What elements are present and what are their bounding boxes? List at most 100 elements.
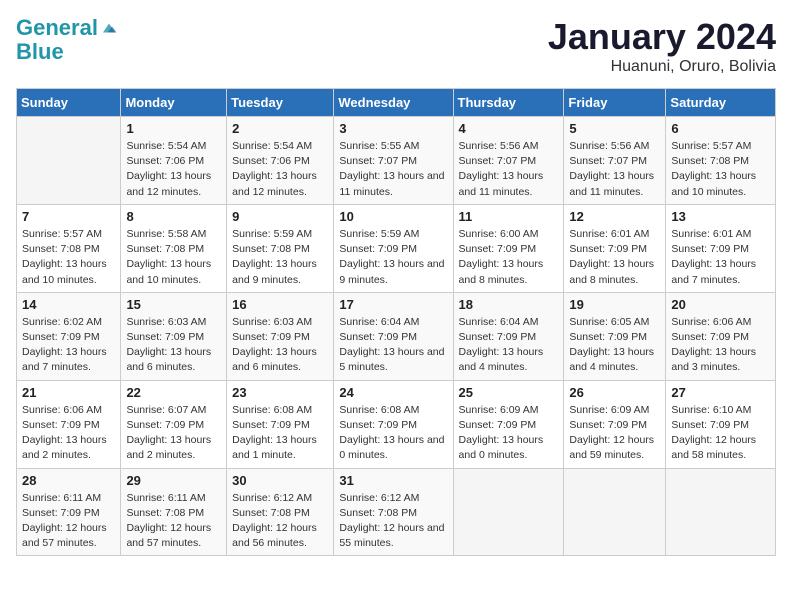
day-number: 21: [22, 385, 115, 400]
day-number: 24: [339, 385, 447, 400]
day-cell: 14 Sunrise: 6:02 AMSunset: 7:09 PMDayligh…: [17, 292, 121, 380]
day-cell: 6 Sunrise: 5:57 AMSunset: 7:08 PMDaylight…: [666, 117, 776, 205]
day-info: Sunrise: 6:04 AMSunset: 7:09 PMDaylight:…: [459, 315, 559, 376]
day-cell: 21Sunrise: 6:06 AMSunset: 7:09 PMDayligh…: [17, 380, 121, 468]
day-info: Sunrise: 6:02 AMSunset: 7:09 PMDaylight:…: [22, 315, 115, 376]
header-row: SundayMondayTuesdayWednesdayThursdayFrid…: [17, 89, 776, 117]
day-cell: 23 Sunrise: 6:08 AMSunset: 7:09 PMDayligh…: [227, 380, 334, 468]
day-info: Sunrise: 5:59 AMSunset: 7:09 PMDaylight:…: [339, 227, 447, 288]
day-number: 15: [126, 297, 221, 312]
day-number: 18: [459, 297, 559, 312]
day-number: 5: [569, 121, 660, 136]
day-info: Sunrise: 5:55 AMSunset: 7:07 PMDaylight:…: [339, 139, 447, 200]
day-cell: 8 Sunrise: 5:58 AMSunset: 7:08 PMDaylight…: [121, 204, 227, 292]
day-cell: 26 Sunrise: 6:09 AMSunset: 7:09 PMDayligh…: [564, 380, 666, 468]
day-info: Sunrise: 6:03 AMSunset: 7:09 PMDaylight:…: [232, 315, 328, 376]
day-cell: 7Sunrise: 5:57 AMSunset: 7:08 PMDaylight…: [17, 204, 121, 292]
day-cell: 3 Sunrise: 5:55 AMSunset: 7:07 PMDaylight…: [334, 117, 453, 205]
day-cell: [564, 468, 666, 556]
day-cell: 10 Sunrise: 5:59 AMSunset: 7:09 PMDayligh…: [334, 204, 453, 292]
header-day-thursday: Thursday: [453, 89, 564, 117]
day-cell: 29Sunrise: 6:11 AMSunset: 7:08 PMDayligh…: [121, 468, 227, 556]
header-day-saturday: Saturday: [666, 89, 776, 117]
day-info: Sunrise: 5:58 AMSunset: 7:08 PMDaylight:…: [126, 227, 221, 288]
logo: General Blue: [16, 16, 118, 64]
day-info: Sunrise: 5:57 AMSunset: 7:08 PMDaylight:…: [671, 139, 770, 200]
day-info: Sunrise: 6:04 AMSunset: 7:09 PMDaylight:…: [339, 315, 447, 376]
day-cell: 17 Sunrise: 6:04 AMSunset: 7:09 PMDayligh…: [334, 292, 453, 380]
day-number: 25: [459, 385, 559, 400]
day-info: Sunrise: 6:12 AMSunset: 7:08 PMDaylight:…: [232, 491, 328, 552]
day-number: 13: [671, 209, 770, 224]
logo-text: General: [16, 16, 98, 40]
day-number: 6: [671, 121, 770, 136]
header-day-tuesday: Tuesday: [227, 89, 334, 117]
day-cell: 12 Sunrise: 6:01 AMSunset: 7:09 PMDayligh…: [564, 204, 666, 292]
day-info: Sunrise: 5:54 AMSunset: 7:06 PMDaylight:…: [232, 139, 328, 200]
day-info: Sunrise: 6:12 AMSunset: 7:08 PMDaylight:…: [339, 491, 447, 552]
day-info: Sunrise: 6:11 AMSunset: 7:09 PMDaylight:…: [22, 491, 115, 552]
day-cell: 9 Sunrise: 5:59 AMSunset: 7:08 PMDaylight…: [227, 204, 334, 292]
day-cell: 30 Sunrise: 6:12 AMSunset: 7:08 PMDayligh…: [227, 468, 334, 556]
day-number: 19: [569, 297, 660, 312]
day-number: 29: [126, 473, 221, 488]
day-cell: [666, 468, 776, 556]
day-number: 9: [232, 209, 328, 224]
day-number: 31: [339, 473, 447, 488]
day-cell: 27 Sunrise: 6:10 AMSunset: 7:09 PMDayligh…: [666, 380, 776, 468]
day-number: 22: [126, 385, 221, 400]
logo-line2: Blue: [16, 40, 118, 64]
day-info: Sunrise: 6:08 AMSunset: 7:09 PMDaylight:…: [232, 403, 328, 464]
week-row-2: 14 Sunrise: 6:02 AMSunset: 7:09 PMDayligh…: [17, 292, 776, 380]
day-cell: 15 Sunrise: 6:03 AMSunset: 7:09 PMDayligh…: [121, 292, 227, 380]
day-number: 11: [459, 209, 559, 224]
day-cell: 16 Sunrise: 6:03 AMSunset: 7:09 PMDayligh…: [227, 292, 334, 380]
day-number: 10: [339, 209, 447, 224]
day-number: 16: [232, 297, 328, 312]
day-info: Sunrise: 5:56 AMSunset: 7:07 PMDaylight:…: [569, 139, 660, 200]
day-cell: 31 Sunrise: 6:12 AMSunset: 7:08 PMDayligh…: [334, 468, 453, 556]
header-day-friday: Friday: [564, 89, 666, 117]
day-info: Sunrise: 6:01 AMSunset: 7:09 PMDaylight:…: [569, 227, 660, 288]
day-number: 12: [569, 209, 660, 224]
day-number: 3: [339, 121, 447, 136]
day-info: Sunrise: 5:59 AMSunset: 7:08 PMDaylight:…: [232, 227, 328, 288]
day-number: 30: [232, 473, 328, 488]
day-info: Sunrise: 6:05 AMSunset: 7:09 PMDaylight:…: [569, 315, 660, 376]
title-block: January 2024 Huanuni, Oruro, Bolivia: [548, 16, 776, 76]
day-cell: 25 Sunrise: 6:09 AMSunset: 7:09 PMDayligh…: [453, 380, 564, 468]
day-cell: 20 Sunrise: 6:06 AMSunset: 7:09 PMDayligh…: [666, 292, 776, 380]
day-cell: [453, 468, 564, 556]
day-cell: 19 Sunrise: 6:05 AMSunset: 7:09 PMDayligh…: [564, 292, 666, 380]
day-number: 14: [22, 297, 115, 312]
header-day-wednesday: Wednesday: [334, 89, 453, 117]
header-day-sunday: Sunday: [17, 89, 121, 117]
header-day-monday: Monday: [121, 89, 227, 117]
day-info: Sunrise: 5:57 AMSunset: 7:08 PMDaylight:…: [22, 227, 115, 288]
day-number: 23: [232, 385, 328, 400]
day-cell: 1 Sunrise: 5:54 AMSunset: 7:06 PMDaylight…: [121, 117, 227, 205]
day-number: 1: [126, 121, 221, 136]
day-number: 17: [339, 297, 447, 312]
day-cell: 24 Sunrise: 6:08 AMSunset: 7:09 PMDayligh…: [334, 380, 453, 468]
day-number: 26: [569, 385, 660, 400]
calendar-header: SundayMondayTuesdayWednesdayThursdayFrid…: [17, 89, 776, 117]
day-info: Sunrise: 5:54 AMSunset: 7:06 PMDaylight:…: [126, 139, 221, 200]
day-info: Sunrise: 6:06 AMSunset: 7:09 PMDaylight:…: [671, 315, 770, 376]
calendar-title: January 2024: [548, 16, 776, 58]
calendar-table: SundayMondayTuesdayWednesdayThursdayFrid…: [16, 88, 776, 556]
day-number: 28: [22, 473, 115, 488]
day-info: Sunrise: 6:08 AMSunset: 7:09 PMDaylight:…: [339, 403, 447, 464]
day-cell: 4Sunrise: 5:56 AMSunset: 7:07 PMDaylight…: [453, 117, 564, 205]
day-info: Sunrise: 6:09 AMSunset: 7:09 PMDaylight:…: [569, 403, 660, 464]
day-number: 27: [671, 385, 770, 400]
day-info: Sunrise: 6:10 AMSunset: 7:09 PMDaylight:…: [671, 403, 770, 464]
day-info: Sunrise: 6:09 AMSunset: 7:09 PMDaylight:…: [459, 403, 559, 464]
day-number: 4: [459, 121, 559, 136]
day-cell: 5 Sunrise: 5:56 AMSunset: 7:07 PMDaylight…: [564, 117, 666, 205]
day-number: 20: [671, 297, 770, 312]
week-row-3: 21Sunrise: 6:06 AMSunset: 7:09 PMDayligh…: [17, 380, 776, 468]
day-cell: 18 Sunrise: 6:04 AMSunset: 7:09 PMDayligh…: [453, 292, 564, 380]
day-info: Sunrise: 6:03 AMSunset: 7:09 PMDaylight:…: [126, 315, 221, 376]
day-number: 8: [126, 209, 221, 224]
